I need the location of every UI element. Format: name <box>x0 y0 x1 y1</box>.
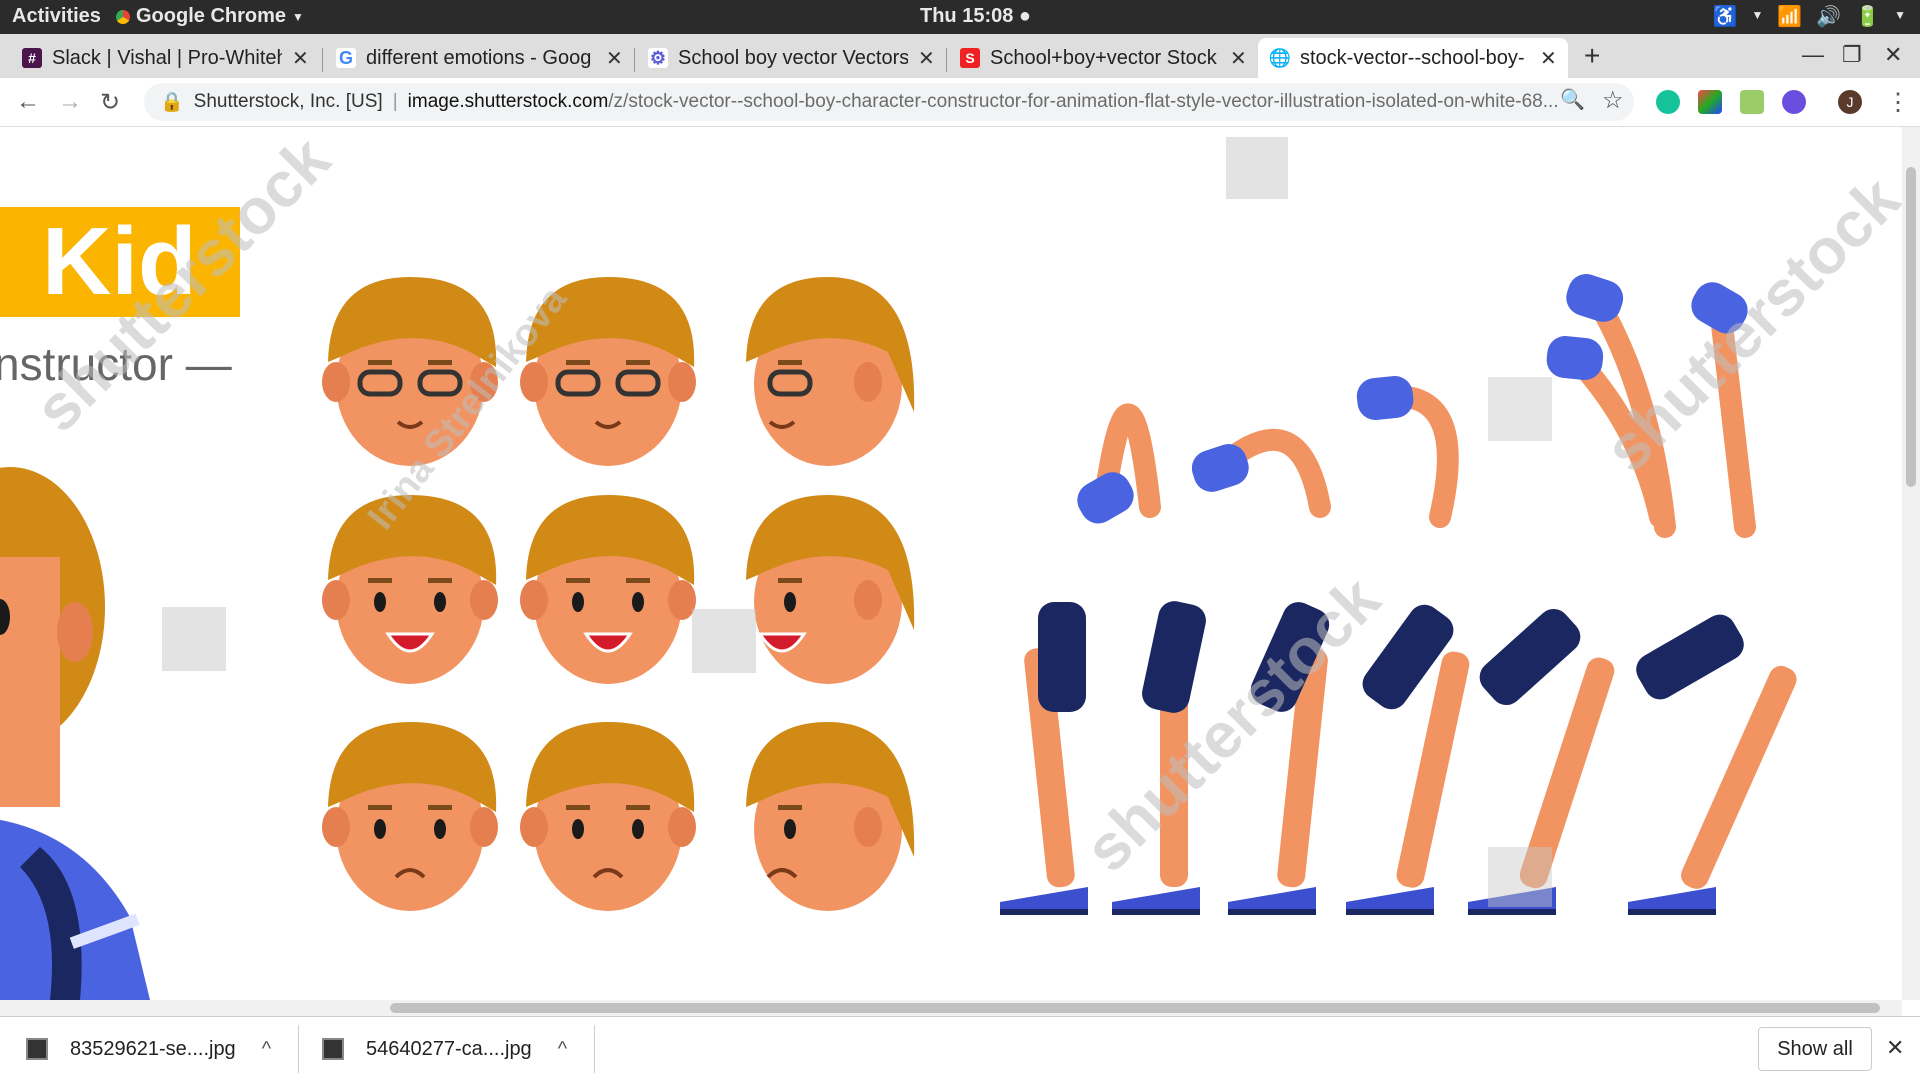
download-item[interactable]: 54640277-ca....jpg ^ <box>322 1017 567 1081</box>
file-icon <box>26 1038 48 1060</box>
lock-icon[interactable]: 🔒 <box>160 90 184 114</box>
clock-text: Thu 15:08 <box>920 5 1014 27</box>
close-icon[interactable]: ✕ <box>292 46 309 71</box>
image-viewport: Kid nstructor — Irina Strelnikova shutte… <box>0 127 1902 1000</box>
leg-variant <box>1628 614 1797 915</box>
tab-slack[interactable]: # Slack | Vishal | Pro-Whiteh ✕ <box>10 38 320 78</box>
profile-avatar[interactable]: J <box>1838 90 1862 114</box>
download-filename: 83529621-se....jpg <box>70 1037 236 1060</box>
boy-head <box>746 495 915 684</box>
arm-variant <box>1077 403 1161 524</box>
boy-head <box>322 722 498 911</box>
grammarly-extension-icon[interactable] <box>1656 90 1680 114</box>
chevron-down-icon: ▼ <box>292 9 304 24</box>
download-shelf: 83529621-se....jpg ^ 54640277-ca....jpg … <box>0 1016 1920 1081</box>
volume-icon[interactable]: 🔊 <box>1816 4 1841 29</box>
eyedropper-extension-icon[interactable] <box>1740 90 1764 114</box>
watermark-box <box>1226 137 1288 199</box>
url-path: /z/stock-vector--school-boy-character-co… <box>608 91 1559 112</box>
tab-title: Slack | Vishal | Pro-Whiteh <box>52 46 282 69</box>
partial-boy-figure <box>0 467 150 1000</box>
extension-purple-icon[interactable] <box>1782 90 1806 114</box>
boy-head <box>520 495 696 684</box>
bookmark-star-icon[interactable]: ☆ <box>1602 86 1624 115</box>
stock-site-icon: S <box>960 48 980 68</box>
forward-button[interactable]: → <box>58 88 82 116</box>
close-icon[interactable]: ✕ <box>606 46 623 71</box>
horizontal-scrollbar[interactable] <box>0 1000 1902 1016</box>
site-org: Shutterstock, Inc. [US] <box>193 91 383 112</box>
browser-toolbar: ← → ↻ 🔒 Shutterstock, Inc. [US] | image.… <box>0 78 1920 127</box>
tab-google[interactable]: G different emotions - Goog ✕ <box>324 38 634 78</box>
file-icon <box>322 1038 344 1060</box>
back-button[interactable]: ← <box>16 88 40 116</box>
menu-kebab-icon[interactable]: ⋮ <box>1886 88 1910 117</box>
close-icon[interactable]: ✕ <box>1230 46 1247 71</box>
tab-vectors[interactable]: ⚙ School boy vector Vectors ✕ <box>636 38 946 78</box>
minimize-button[interactable]: — <box>1802 42 1824 68</box>
chevron-up-icon[interactable]: ^ <box>262 1038 271 1061</box>
tab-active-image[interactable]: 🌐 stock-vector--school-boy- ✕ <box>1258 38 1568 78</box>
battery-icon[interactable]: 🔋 <box>1855 4 1880 29</box>
close-icon[interactable]: ✕ <box>1886 1035 1904 1061</box>
character-constructor-image <box>0 137 1797 1000</box>
boy-head <box>746 722 915 911</box>
download-filename: 54640277-ca....jpg <box>366 1037 532 1060</box>
url-domain: image.shutterstock.com <box>407 91 609 112</box>
boy-head <box>322 495 498 684</box>
watermark-box <box>1488 847 1552 907</box>
tab-strip: # Slack | Vishal | Pro-Whiteh ✕ G differ… <box>0 34 1920 78</box>
arm-variant <box>1191 428 1331 518</box>
horizontal-scroll-thumb[interactable] <box>390 1003 1880 1013</box>
reload-button[interactable]: ↻ <box>100 88 120 117</box>
address-bar[interactable]: 🔒 Shutterstock, Inc. [US] | image.shutte… <box>144 83 1634 121</box>
extension-w-icon[interactable] <box>1698 90 1722 114</box>
download-item[interactable]: 83529621-se....jpg ^ <box>26 1017 271 1081</box>
chevron-up-icon[interactable]: ^ <box>558 1038 567 1061</box>
close-icon[interactable]: ✕ <box>918 46 935 71</box>
leg-variant <box>1346 604 1470 915</box>
tab-title: School boy vector Vectors <box>678 46 908 69</box>
chevron-down-icon: ▼ <box>1894 8 1906 22</box>
tab-title: stock-vector--school-boy- <box>1300 46 1525 69</box>
accessibility-icon[interactable]: ♿ <box>1713 4 1738 29</box>
tab-title: different emotions - Goog <box>366 46 592 69</box>
vertical-scrollbar[interactable] <box>1902 127 1920 1000</box>
show-all-downloads-button[interactable]: Show all <box>1758 1027 1872 1071</box>
google-icon: G <box>336 48 356 68</box>
close-icon[interactable]: ✕ <box>1540 46 1557 71</box>
wifi-icon[interactable]: 📶 <box>1777 4 1802 29</box>
vector-site-icon: ⚙ <box>648 47 668 68</box>
app-name: Google Chrome <box>136 5 287 27</box>
new-tab-button[interactable]: + <box>1584 40 1600 72</box>
close-window-button[interactable]: ✕ <box>1884 42 1902 68</box>
watermark-box <box>162 607 226 671</box>
watermark-box <box>692 609 756 673</box>
tab-stock-search[interactable]: S School+boy+vector Stock ✕ <box>948 38 1258 78</box>
zoom-icon[interactable]: 🔍 <box>1560 87 1585 112</box>
activities-button[interactable]: Activities <box>12 5 101 28</box>
globe-icon: 🌐 <box>1268 47 1292 68</box>
system-top-bar: Activities Google Chrome ▼ Thu 15:08 ● ♿… <box>0 0 1920 34</box>
chevron-down-icon: ▼ <box>1751 8 1764 22</box>
vertical-scroll-thumb[interactable] <box>1906 167 1916 487</box>
url-text[interactable]: image.shutterstock.com/z/stock-vector--s… <box>408 91 1568 113</box>
chrome-icon <box>116 9 130 24</box>
head-variants-grid <box>322 277 915 911</box>
boy-head <box>520 722 696 911</box>
arm-variant <box>1356 375 1459 528</box>
tab-title: School+boy+vector Stock <box>990 46 1217 69</box>
system-tray[interactable]: ♿ ▼ 📶 🔊 🔋 ▼ <box>1713 4 1906 29</box>
leg-variant <box>1000 602 1088 915</box>
slack-icon: # <box>22 48 42 68</box>
watermark-box <box>1488 377 1552 441</box>
clock[interactable]: Thu 15:08 ● <box>920 5 1031 28</box>
app-menu[interactable]: Google Chrome ▼ <box>116 5 304 28</box>
restore-button[interactable]: ❐ <box>1842 42 1862 68</box>
boy-head <box>746 277 915 466</box>
